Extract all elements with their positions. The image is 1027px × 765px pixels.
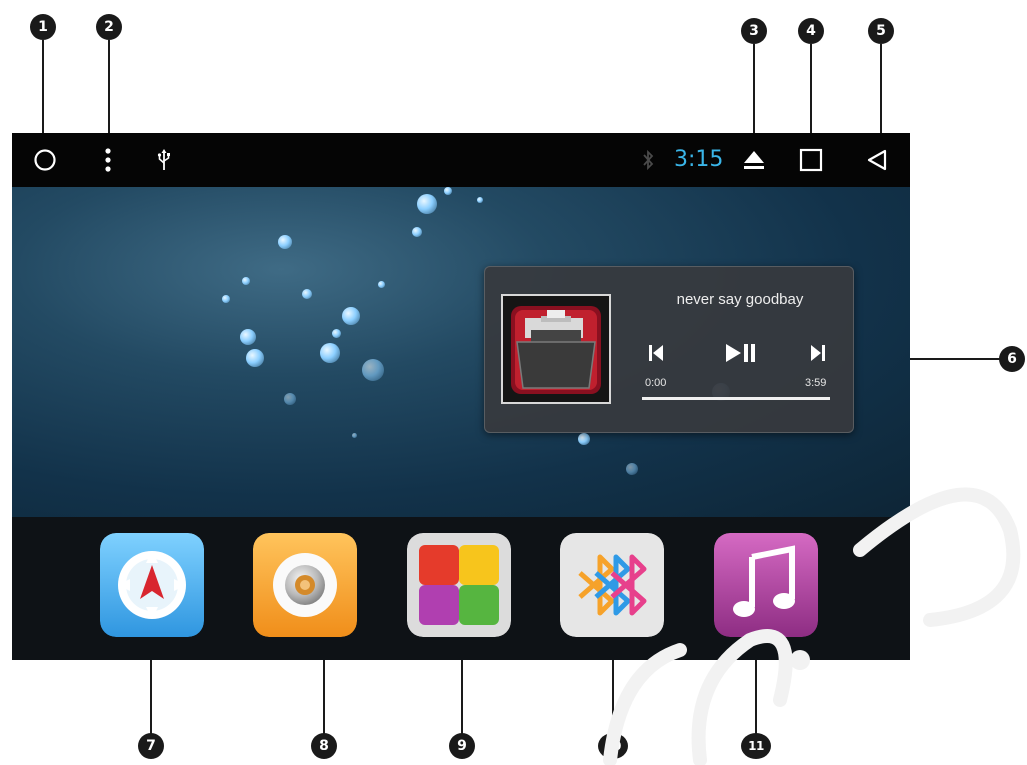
- previous-button[interactable]: [645, 341, 667, 365]
- play-pause-button[interactable]: [723, 341, 759, 365]
- triangle-back-icon: [867, 149, 887, 171]
- progress-track: [642, 397, 830, 400]
- music-widget[interactable]: never say goodbay 0:00 3:59: [484, 266, 854, 433]
- wallpaper-bubble: [362, 359, 384, 381]
- callout-2-leader: [108, 40, 110, 148]
- callout-5-leader: [880, 44, 882, 142]
- wallpaper-bubble: [242, 277, 250, 285]
- wallpaper-bubble: [378, 281, 385, 288]
- callout-1: 1: [30, 14, 56, 40]
- callout-10: 10: [598, 733, 628, 759]
- bluetooth-status: [640, 148, 656, 172]
- wallpaper-bubble: [222, 295, 230, 303]
- callout-1-leader: [42, 40, 44, 148]
- callout-4-leader: [810, 44, 812, 142]
- album-art[interactable]: [501, 294, 611, 404]
- bluetooth-app[interactable]: [560, 533, 664, 637]
- wallpaper-bubble: [342, 307, 360, 325]
- wallpaper-bubble: [412, 227, 422, 237]
- track-duration: 3:59: [805, 377, 827, 389]
- wallpaper-bubble: [246, 349, 264, 367]
- wallpaper-bubble: [352, 433, 357, 438]
- home-button[interactable]: [32, 147, 58, 173]
- previous-icon: [649, 345, 663, 361]
- song-title: never say goodbay: [676, 291, 804, 308]
- navigation-compass-icon: [100, 533, 204, 637]
- wallpaper-bubble: [278, 235, 292, 249]
- app-grid-icon: [407, 533, 511, 637]
- app-dock: [12, 517, 910, 660]
- wallpaper-bubble: [284, 393, 296, 405]
- wallpaper-bubble: [332, 329, 341, 338]
- music-app[interactable]: [714, 533, 818, 637]
- navigation-app[interactable]: [100, 533, 204, 637]
- callout-8: 8: [311, 733, 337, 759]
- wallpaper-bubble: [302, 289, 312, 299]
- eject-button[interactable]: [740, 146, 768, 174]
- bluetooth-icon: [643, 149, 654, 171]
- callout-6-leader: [910, 358, 1000, 360]
- wallpaper: never say goodbay 0:00 3:59: [12, 187, 910, 517]
- square-icon: [799, 148, 823, 172]
- callout-7: 7: [138, 733, 164, 759]
- menu-button[interactable]: [100, 147, 116, 173]
- callout-9: 9: [449, 733, 475, 759]
- next-icon: [811, 345, 825, 361]
- play-pause-icon: [726, 344, 755, 362]
- radio-app[interactable]: [253, 533, 357, 637]
- wallpaper-bubble: [444, 187, 452, 195]
- callout-4: 4: [798, 18, 824, 44]
- vertical-dots-icon: [105, 148, 111, 172]
- wallpaper-bubble: [240, 329, 256, 345]
- callout-6: 6: [999, 346, 1025, 372]
- head-unit-screen: 3:15 never say goodbay 0:00 3:59: [12, 133, 910, 660]
- wallpaper-bubble: [477, 197, 483, 203]
- callout-2: 2: [96, 14, 122, 40]
- music-note-icon: [714, 533, 818, 637]
- apps-app[interactable]: [407, 533, 511, 637]
- wallpaper-bubble: [417, 194, 437, 214]
- manual-illustration: 1 2 3 4 5 6 7 8 9 10 11 3:15 never say g…: [0, 0, 1027, 765]
- wallpaper-bubble: [578, 433, 590, 445]
- radio-icon: [253, 533, 357, 637]
- usb-status: [156, 147, 172, 173]
- eject-icon: [744, 151, 764, 169]
- usb-icon: [157, 149, 170, 170]
- elapsed-time: 0:00: [645, 377, 667, 389]
- wallpaper-bubble: [626, 463, 638, 475]
- wallpaper-bubble: [320, 343, 340, 363]
- callout-5: 5: [868, 18, 894, 44]
- next-button[interactable]: [807, 341, 829, 365]
- callout-3-leader: [753, 44, 755, 142]
- circle-icon: [34, 149, 56, 171]
- callout-11: 11: [741, 733, 771, 759]
- callout-3: 3: [741, 18, 767, 44]
- music-folder-icon: [503, 296, 609, 402]
- recent-apps-button[interactable]: [798, 147, 824, 173]
- status-bar: 3:15: [12, 133, 910, 187]
- bluetooth-app-icon: [560, 533, 664, 637]
- clock: 3:15: [674, 147, 724, 172]
- back-button[interactable]: [864, 147, 890, 173]
